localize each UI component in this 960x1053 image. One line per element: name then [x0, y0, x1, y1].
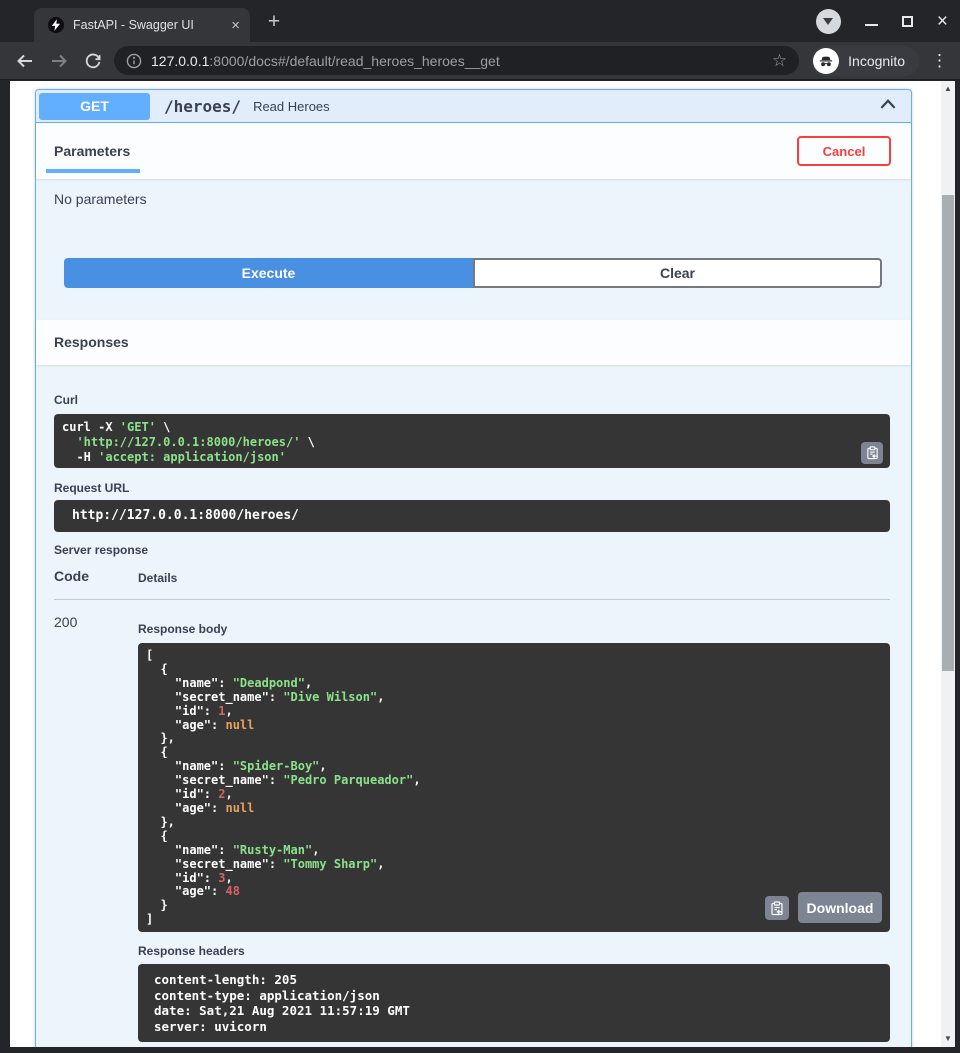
curl-code: curl -X 'GET' \ 'http://127.0.0.1:8000/h… [54, 414, 890, 468]
table-code-header: Code [54, 568, 89, 584]
curl-block: curl -X 'GET' \ 'http://127.0.0.1:8000/h… [54, 414, 890, 468]
table-divider [54, 599, 890, 600]
request-url-block: http://127.0.0.1:8000/heroes/ [54, 500, 890, 532]
request-url-code: http://127.0.0.1:8000/heroes/ [54, 500, 890, 531]
endpoint-summary: Read Heroes [253, 99, 330, 114]
browser-tab[interactable]: FastAPI - Swagger UI × [34, 8, 250, 42]
new-tab-button[interactable]: + [262, 10, 286, 34]
url-host: 127.0.0.1 [151, 53, 209, 69]
url-path: :8000/docs#/default/read_heroes_heroes__… [209, 53, 499, 69]
swagger-page: GET /heroes/ Read Heroes Parameters Canc… [10, 81, 941, 1047]
copy-response-button[interactable] [765, 896, 789, 920]
bookmark-star-icon[interactable]: ☆ [772, 51, 787, 71]
site-info-icon[interactable] [126, 53, 142, 69]
opblock-get-heroes: GET /heroes/ Read Heroes Parameters Canc… [35, 89, 912, 1047]
parameters-tab-underline [46, 169, 140, 173]
status-code: 200 [54, 614, 77, 630]
page-scrollbar[interactable]: ▲ ▼ [941, 81, 955, 1047]
incognito-icon [813, 48, 839, 74]
window-controls: × [816, 0, 948, 42]
maximize-button[interactable] [902, 16, 913, 27]
browser-toolbar: 127.0.0.1:8000/docs#/default/read_heroes… [0, 42, 960, 80]
copy-curl-button[interactable] [861, 442, 883, 464]
url-text: 127.0.0.1:8000/docs#/default/read_heroes… [151, 53, 763, 69]
back-button[interactable] [8, 51, 42, 71]
clear-button[interactable]: Clear [473, 258, 882, 288]
curl-label: Curl [54, 393, 78, 407]
scrollbar-thumb[interactable] [942, 195, 954, 671]
response-headers-label: Response headers [138, 944, 245, 958]
tab-parameters[interactable]: Parameters [54, 143, 130, 159]
opblock-summary[interactable]: GET /heroes/ Read Heroes [36, 90, 911, 123]
forward-button[interactable] [42, 51, 76, 71]
request-url-label: Request URL [54, 481, 129, 495]
http-method-badge: GET [39, 93, 150, 120]
scrollbar-up-icon[interactable]: ▲ [941, 83, 955, 95]
menu-icon[interactable]: ⋮ [931, 51, 948, 71]
response-body-code: [ { "name": "Deadpond", "secret_name": "… [138, 643, 890, 932]
response-headers-block: content-length: 205 content-type: applic… [138, 964, 890, 1042]
incognito-badge: Incognito [811, 46, 919, 76]
browser-window: FastAPI - Swagger UI × + × 127.0.0.1: [0, 0, 960, 1053]
response-headers-code: content-length: 205 content-type: applic… [138, 964, 890, 1042]
scrollbar-down-icon[interactable]: ▼ [941, 1033, 955, 1045]
endpoint-path: /heroes/ [164, 97, 241, 116]
fastapi-favicon-icon [48, 17, 64, 33]
response-body-block: [ { "name": "Deadpond", "secret_name": "… [138, 643, 890, 932]
address-bar[interactable]: 127.0.0.1:8000/docs#/default/read_heroes… [114, 46, 799, 75]
tab-search-button[interactable] [816, 9, 841, 34]
collapse-chevron-icon[interactable] [877, 93, 899, 120]
server-response-label: Server response [54, 543, 148, 557]
parameters-header: Parameters Cancel [36, 123, 911, 179]
execute-button[interactable]: Execute [64, 258, 473, 288]
responses-title: Responses [54, 334, 129, 350]
no-parameters-text: No parameters [54, 191, 147, 207]
reload-button[interactable] [76, 52, 110, 70]
cancel-button[interactable]: Cancel [797, 136, 891, 166]
tab-strip: FastAPI - Swagger UI × + × [0, 0, 960, 42]
responses-header: Responses [36, 320, 911, 365]
incognito-label: Incognito [848, 53, 905, 69]
table-details-header: Details [138, 571, 177, 585]
close-button[interactable]: × [937, 12, 948, 31]
minimize-button[interactable] [865, 24, 878, 26]
tab-title: FastAPI - Swagger UI [73, 18, 222, 32]
execute-row: Execute Clear [64, 258, 882, 288]
download-button[interactable]: Download [798, 892, 882, 923]
response-body-label: Response body [138, 622, 227, 636]
tab-close-icon[interactable]: × [231, 18, 240, 33]
